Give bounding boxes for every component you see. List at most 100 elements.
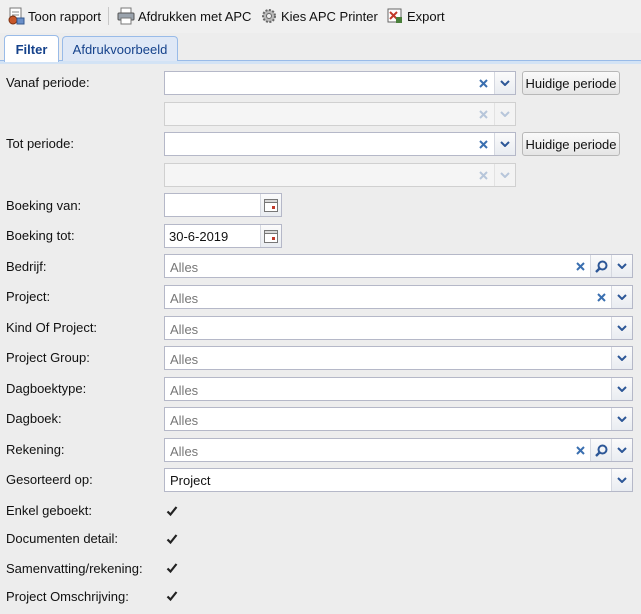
kind-of-project-label: Kind Of Project: bbox=[6, 320, 98, 335]
rekening-placeholder: Alles bbox=[170, 444, 199, 459]
tot-periode-current-button[interactable]: Huidige periode bbox=[522, 132, 620, 156]
bedrijf-combo[interactable]: Alles bbox=[164, 254, 633, 278]
chevron-down-icon bbox=[617, 355, 627, 361]
chevron-down-icon bbox=[500, 80, 510, 86]
printer-icon bbox=[117, 7, 135, 25]
gesorteerd-op-combo[interactable]: Project bbox=[164, 468, 633, 492]
chevron-down-icon bbox=[500, 111, 510, 117]
dagboektype-placeholder: Alles bbox=[170, 383, 199, 398]
clear-icon bbox=[479, 170, 488, 180]
tot-periode-sub-combo bbox=[164, 163, 516, 187]
tab-filter[interactable]: Filter bbox=[4, 35, 59, 62]
rekening-combo[interactable]: Alles bbox=[164, 438, 633, 462]
clear-icon bbox=[576, 261, 585, 271]
calendar-icon bbox=[264, 198, 278, 212]
boeking-van-date-field[interactable] bbox=[164, 193, 282, 217]
chevron-down-icon bbox=[500, 141, 510, 147]
samenvatting-rekening-label: Samenvatting/rekening: bbox=[6, 561, 143, 576]
vanaf-periode-dropdown-button[interactable] bbox=[494, 72, 515, 94]
project-group-combo[interactable]: Alles bbox=[164, 346, 633, 370]
vanaf-periode-label: Vanaf periode: bbox=[6, 75, 90, 90]
documenten-detail-label: Documenten detail: bbox=[6, 531, 119, 546]
tot-periode-sub-clear-button bbox=[473, 164, 494, 186]
vanaf-periode-combo[interactable] bbox=[164, 71, 516, 95]
checkbox-checked-icon bbox=[166, 562, 177, 573]
project-omschrijving-checkbox[interactable] bbox=[165, 589, 178, 602]
chevron-down-icon bbox=[617, 477, 627, 483]
tab-afdrukvoorbeeld-label: Afdrukvoorbeeld bbox=[72, 41, 168, 57]
project-label: Project: bbox=[6, 289, 51, 304]
dagboektype-dropdown-button[interactable] bbox=[611, 378, 632, 400]
dagboektype-combo[interactable]: Alles bbox=[164, 377, 633, 401]
boeking-tot-value: 30-6-2019 bbox=[169, 229, 229, 244]
project-group-placeholder: Alles bbox=[170, 352, 199, 367]
project-omschrijving-label: Project Omschrijving: bbox=[6, 589, 129, 604]
search-icon bbox=[595, 444, 608, 457]
gesorteerd-op-label: Gesorteerd op: bbox=[6, 472, 93, 487]
dagboek-label: Dagboek: bbox=[6, 411, 62, 426]
clear-icon bbox=[597, 292, 606, 302]
toolbar-separator bbox=[108, 7, 109, 25]
bedrijf-search-button[interactable] bbox=[590, 255, 612, 277]
print-apc-button[interactable]: Afdrukken met APC bbox=[117, 6, 251, 26]
chevron-down-icon bbox=[617, 263, 627, 269]
export-icon bbox=[387, 8, 402, 23]
chevron-down-icon bbox=[617, 386, 627, 392]
dagboek-dropdown-button[interactable] bbox=[611, 408, 632, 430]
chevron-down-icon bbox=[617, 325, 627, 331]
kind-of-project-placeholder: Alles bbox=[170, 322, 199, 337]
boeking-van-calendar-button[interactable] bbox=[260, 194, 281, 216]
kind-of-project-dropdown-button[interactable] bbox=[611, 317, 632, 339]
tab-afdrukvoorbeeld[interactable]: Afdrukvoorbeeld bbox=[62, 36, 178, 61]
choose-printer-button[interactable]: Kies APC Printer bbox=[260, 6, 378, 26]
print-apc-label: Afdrukken met APC bbox=[138, 8, 252, 24]
vanaf-periode-clear-button[interactable] bbox=[473, 72, 494, 94]
clear-icon bbox=[479, 109, 488, 119]
boeking-tot-label: Boeking tot: bbox=[6, 228, 75, 243]
project-group-label: Project Group: bbox=[6, 350, 90, 365]
kind-of-project-combo[interactable]: Alles bbox=[164, 316, 633, 340]
rekening-dropdown-button[interactable] bbox=[611, 439, 632, 461]
gesorteerd-op-dropdown-button[interactable] bbox=[611, 469, 632, 491]
boeking-van-label: Boeking van: bbox=[6, 198, 82, 213]
toolbar: Toon rapport Afdrukken met APC Kies APC … bbox=[0, 0, 641, 33]
show-report-button[interactable]: Toon rapport bbox=[7, 6, 101, 26]
dagboek-placeholder: Alles bbox=[170, 413, 199, 428]
bedrijf-dropdown-button[interactable] bbox=[611, 255, 632, 277]
bedrijf-clear-button[interactable] bbox=[570, 255, 591, 277]
project-clear-button[interactable] bbox=[591, 286, 612, 308]
vanaf-periode-current-button[interactable]: Huidige periode bbox=[522, 71, 620, 95]
rekening-clear-button[interactable] bbox=[570, 439, 591, 461]
tot-periode-clear-button[interactable] bbox=[473, 133, 494, 155]
rekening-label: Rekening: bbox=[6, 442, 65, 457]
documenten-detail-checkbox[interactable] bbox=[165, 532, 178, 545]
enkel-geboekt-checkbox[interactable] bbox=[165, 504, 178, 517]
chevron-down-icon bbox=[617, 294, 627, 300]
checkbox-checked-icon bbox=[166, 505, 177, 516]
project-dropdown-button[interactable] bbox=[611, 286, 632, 308]
checkbox-checked-icon bbox=[166, 590, 177, 601]
clear-icon bbox=[576, 445, 585, 455]
bedrijf-label: Bedrijf: bbox=[6, 259, 47, 274]
gesorteerd-op-value: Project bbox=[170, 473, 211, 488]
project-placeholder: Alles bbox=[170, 291, 199, 306]
dagboektype-label: Dagboektype: bbox=[6, 381, 87, 396]
choose-printer-label: Kies APC Printer bbox=[281, 8, 378, 24]
tot-periode-dropdown-button[interactable] bbox=[494, 133, 515, 155]
bedrijf-placeholder: Alles bbox=[170, 260, 199, 275]
rekening-search-button[interactable] bbox=[590, 439, 612, 461]
vanaf-periode-sub-dropdown-button bbox=[494, 103, 515, 125]
boeking-tot-calendar-button[interactable] bbox=[260, 225, 281, 247]
project-group-dropdown-button[interactable] bbox=[611, 347, 632, 369]
export-button[interactable]: Export bbox=[386, 6, 445, 26]
tot-periode-combo[interactable] bbox=[164, 132, 516, 156]
chevron-down-icon bbox=[500, 172, 510, 178]
dagboek-combo[interactable]: Alles bbox=[164, 407, 633, 431]
chevron-down-icon bbox=[617, 447, 627, 453]
project-combo[interactable]: Alles bbox=[164, 285, 633, 309]
boeking-tot-date-field[interactable]: 30-6-2019 bbox=[164, 224, 282, 248]
calendar-icon bbox=[264, 229, 278, 243]
chevron-down-icon bbox=[617, 416, 627, 422]
clear-icon bbox=[479, 78, 488, 88]
samenvatting-rekening-checkbox[interactable] bbox=[165, 561, 178, 574]
